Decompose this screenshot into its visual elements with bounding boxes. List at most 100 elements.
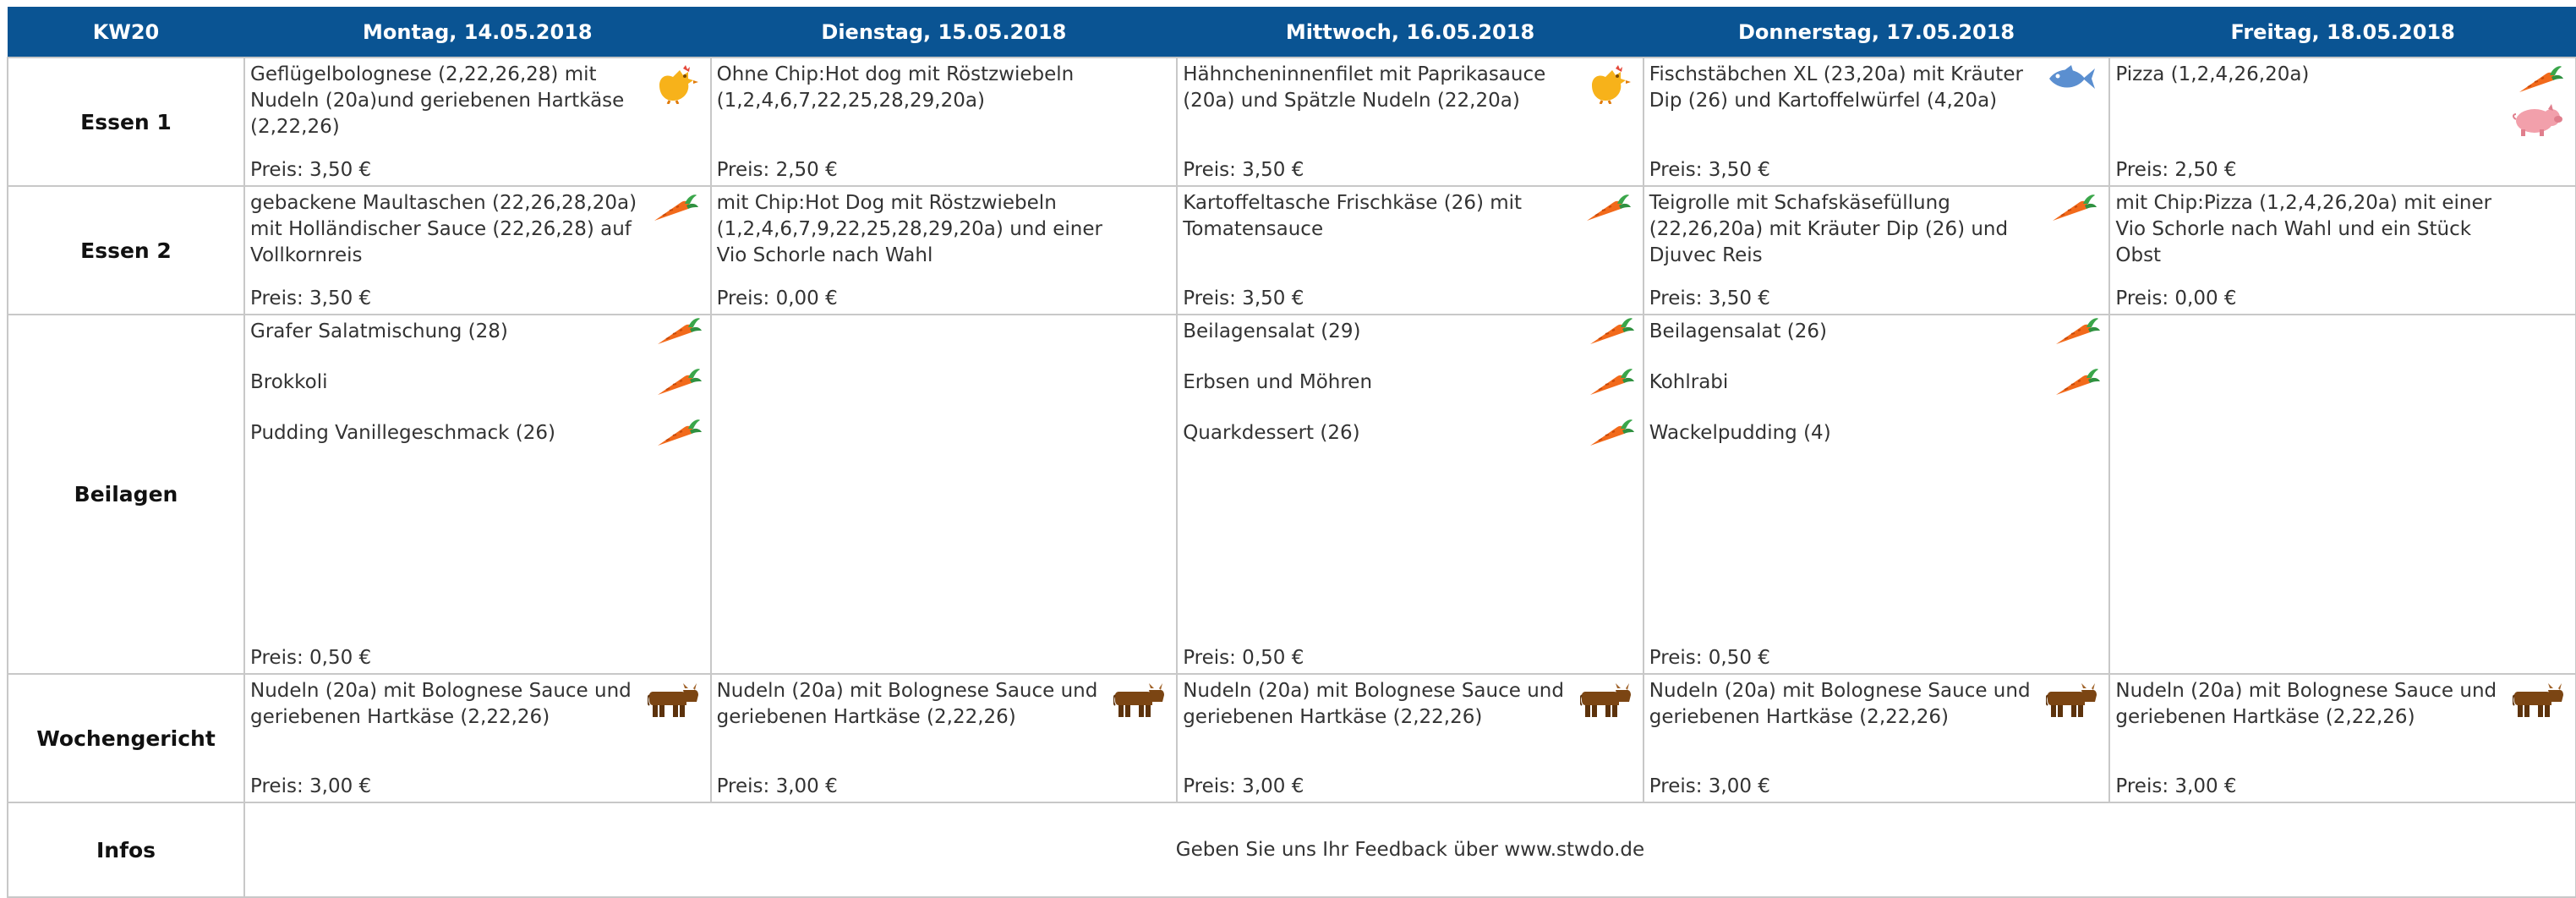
- menu-cell: Geflügelbolognese (2,22,26,28) mit Nudel…: [243, 57, 712, 187]
- dish-text: Nudeln (20a) mit Bolognese Sauce und ger…: [250, 680, 632, 728]
- menu-cell: [709, 314, 1179, 675]
- dish-text: mit Chip:Hot Dog mit Röstzwiebeln (1,2,4…: [716, 192, 1102, 266]
- carrot-icon: [1589, 366, 1634, 397]
- diet-icons: [656, 315, 702, 346]
- dish-text: Hähncheninnenfilet mit Paprikasauce (20a…: [1183, 63, 1546, 112]
- diet-icons: [1589, 315, 1634, 346]
- row-infos: Infos Geben Sie uns Ihr Feedback über ww…: [7, 802, 2576, 898]
- price-label: Preis: 3,50 €: [1649, 159, 1770, 181]
- price-label: Preis: 0,00 €: [2115, 287, 2237, 309]
- dish-text: mit Chip:Pizza (1,2,4,26,20a) mit einer …: [2115, 192, 2492, 266]
- menu-cell: Beilagensalat (29) Erbsen und Möhren Quark…: [1176, 314, 1644, 675]
- price-label: Preis: 3,00 €: [1183, 775, 1304, 797]
- price-label: Preis: 3,50 €: [250, 287, 372, 309]
- cow-icon: [647, 680, 698, 717]
- day-header-tuesday: Dienstag, 15.05.2018: [710, 7, 1178, 58]
- carrot-icon: [2518, 63, 2563, 94]
- diet-icons: [2051, 192, 2097, 222]
- diet-icons: [2054, 366, 2101, 397]
- carrot-icon: [656, 366, 702, 397]
- menu-cell: gebackene Maultaschen (22,26,28,20a) mit…: [243, 185, 712, 315]
- menu-cell: Nudeln (20a) mit Bolognese Sauce und ger…: [1176, 673, 1644, 803]
- dish-text: Pizza (1,2,4,26,20a): [2115, 63, 2310, 85]
- side-dish-item: Grafer Salatmischung (28): [250, 318, 702, 345]
- menu-cell: [2108, 314, 2576, 675]
- menu-cell: Nudeln (20a) mit Bolognese Sauce und ger…: [243, 673, 712, 803]
- side-dish-text: Erbsen und Möhren: [1183, 371, 1373, 393]
- carrot-icon: [1585, 192, 1631, 222]
- side-dish-text: Quarkdessert (26): [1183, 422, 1360, 444]
- dish-text: Nudeln (20a) mit Bolognese Sauce und ger…: [716, 680, 1098, 728]
- dish-text: Kartoffeltasche Frischkäse (26) mit Toma…: [1183, 192, 1523, 240]
- price-label: Preis: 0,50 €: [1183, 647, 1304, 669]
- dish-text: Nudeln (20a) mit Bolognese Sauce und ger…: [1649, 680, 2031, 728]
- side-dish-item: Kohlrabi: [1649, 369, 2101, 396]
- menu-cell: mit Chip:Hot Dog mit Röstzwiebeln (1,2,4…: [709, 185, 1179, 315]
- side-dish-item: Beilagensalat (29): [1183, 318, 1634, 345]
- side-dish-item: Erbsen und Möhren: [1183, 369, 1634, 396]
- chicken-icon: [1587, 63, 1631, 104]
- menu-cell: Nudeln (20a) mit Bolognese Sauce und ger…: [709, 673, 1179, 803]
- menu-cell: mit Chip:Pizza (1,2,4,26,20a) mit einer …: [2108, 185, 2576, 315]
- menu-cell: Fischstäbchen XL (23,20a) mit Kräuter Di…: [1642, 57, 2111, 187]
- fish-icon: [2046, 63, 2097, 94]
- dish-text: gebackene Maultaschen (22,26,28,20a) mit…: [250, 192, 637, 266]
- price-label: Preis: 3,50 €: [250, 159, 372, 181]
- diet-icons: [2511, 63, 2563, 136]
- pig-icon: [2511, 102, 2563, 136]
- header-row: KW20 Montag, 14.05.2018 Dienstag, 15.05.…: [7, 7, 2576, 58]
- day-header-friday: Freitag, 18.05.2018: [2108, 7, 2576, 58]
- diet-icons: [2054, 315, 2101, 346]
- side-dish-text: Beilagensalat (26): [1649, 320, 1828, 342]
- side-dish-text: Grafer Salatmischung (28): [250, 320, 508, 342]
- price-label: Preis: 3,00 €: [716, 775, 838, 797]
- week-label: KW20: [7, 7, 245, 58]
- diet-icons: [1113, 680, 1165, 717]
- side-dish-item: Quarkdessert (26): [1183, 419, 1634, 446]
- diet-icons: [656, 417, 702, 447]
- carrot-icon: [1589, 417, 1634, 447]
- day-header-thursday: Donnerstag, 17.05.2018: [1643, 7, 2110, 58]
- cow-icon: [1579, 680, 1631, 717]
- price-label: Preis: 0,00 €: [716, 287, 838, 309]
- price-label: Preis: 3,00 €: [250, 775, 372, 797]
- dish-text: Nudeln (20a) mit Bolognese Sauce und ger…: [2115, 680, 2497, 728]
- menu-cell: Ohne Chip:Hot dog mit Röstzwiebeln (1,2,…: [709, 57, 1179, 187]
- row-essen-2: Essen 2 gebackene Maultaschen (22,26,28,…: [7, 185, 2576, 315]
- row-label: Infos: [7, 802, 245, 898]
- cow-icon: [1113, 680, 1165, 717]
- dish-text: Geflügelbolognese (2,22,26,28) mit Nudel…: [250, 63, 625, 138]
- menu-cell: Beilagensalat (26) Kohlrabi Wackelpudding …: [1642, 314, 2111, 675]
- carrot-icon: [656, 417, 702, 447]
- dish-text: Teigrolle mit Schafskäsefüllung (22,26,2…: [1649, 192, 2009, 266]
- diet-icons: [2046, 680, 2097, 717]
- diet-icons: [1589, 417, 1634, 447]
- menu-cell: Nudeln (20a) mit Bolognese Sauce und ger…: [2108, 673, 2576, 803]
- feedback-text: Geben Sie uns Ihr Feedback über www.stwd…: [243, 802, 2576, 898]
- row-label: Essen 1: [7, 57, 245, 187]
- price-label: Preis: 3,00 €: [2115, 775, 2237, 797]
- price-label: Preis: 3,50 €: [1183, 287, 1304, 309]
- price-label: Preis: 0,50 €: [1649, 647, 1770, 669]
- day-header-wednesday: Mittwoch, 16.05.2018: [1176, 7, 1644, 58]
- side-dish-item: Wackelpudding (4): [1649, 420, 2042, 446]
- price-label: Preis: 2,50 €: [2115, 159, 2237, 181]
- diet-icons: [653, 192, 698, 222]
- carrot-icon: [2054, 366, 2101, 397]
- side-dish-text: Pudding Vanillegeschmack (26): [250, 422, 556, 444]
- diet-icons: [654, 63, 698, 104]
- row-label: Beilagen: [7, 314, 245, 675]
- carrot-icon: [653, 192, 698, 222]
- side-dish-text: Wackelpudding (4): [1649, 422, 1831, 444]
- diet-icons: [2512, 680, 2563, 717]
- price-label: Preis: 3,50 €: [1183, 159, 1304, 181]
- menu-cell: Pizza (1,2,4,26,20a) Preis: 2,50 €: [2108, 57, 2576, 187]
- side-dish-text: Beilagensalat (29): [1183, 320, 1361, 342]
- menu-cell: Nudeln (20a) mit Bolognese Sauce und ger…: [1642, 673, 2111, 803]
- menu-cell: Hähncheninnenfilet mit Paprikasauce (20a…: [1176, 57, 1644, 187]
- chicken-icon: [654, 63, 698, 104]
- price-label: Preis: 0,50 €: [250, 647, 372, 669]
- cow-icon: [2512, 680, 2563, 717]
- row-wochengericht: Wochengericht Nudeln (20a) mit Bolognese…: [7, 673, 2576, 803]
- carrot-icon: [2054, 315, 2101, 346]
